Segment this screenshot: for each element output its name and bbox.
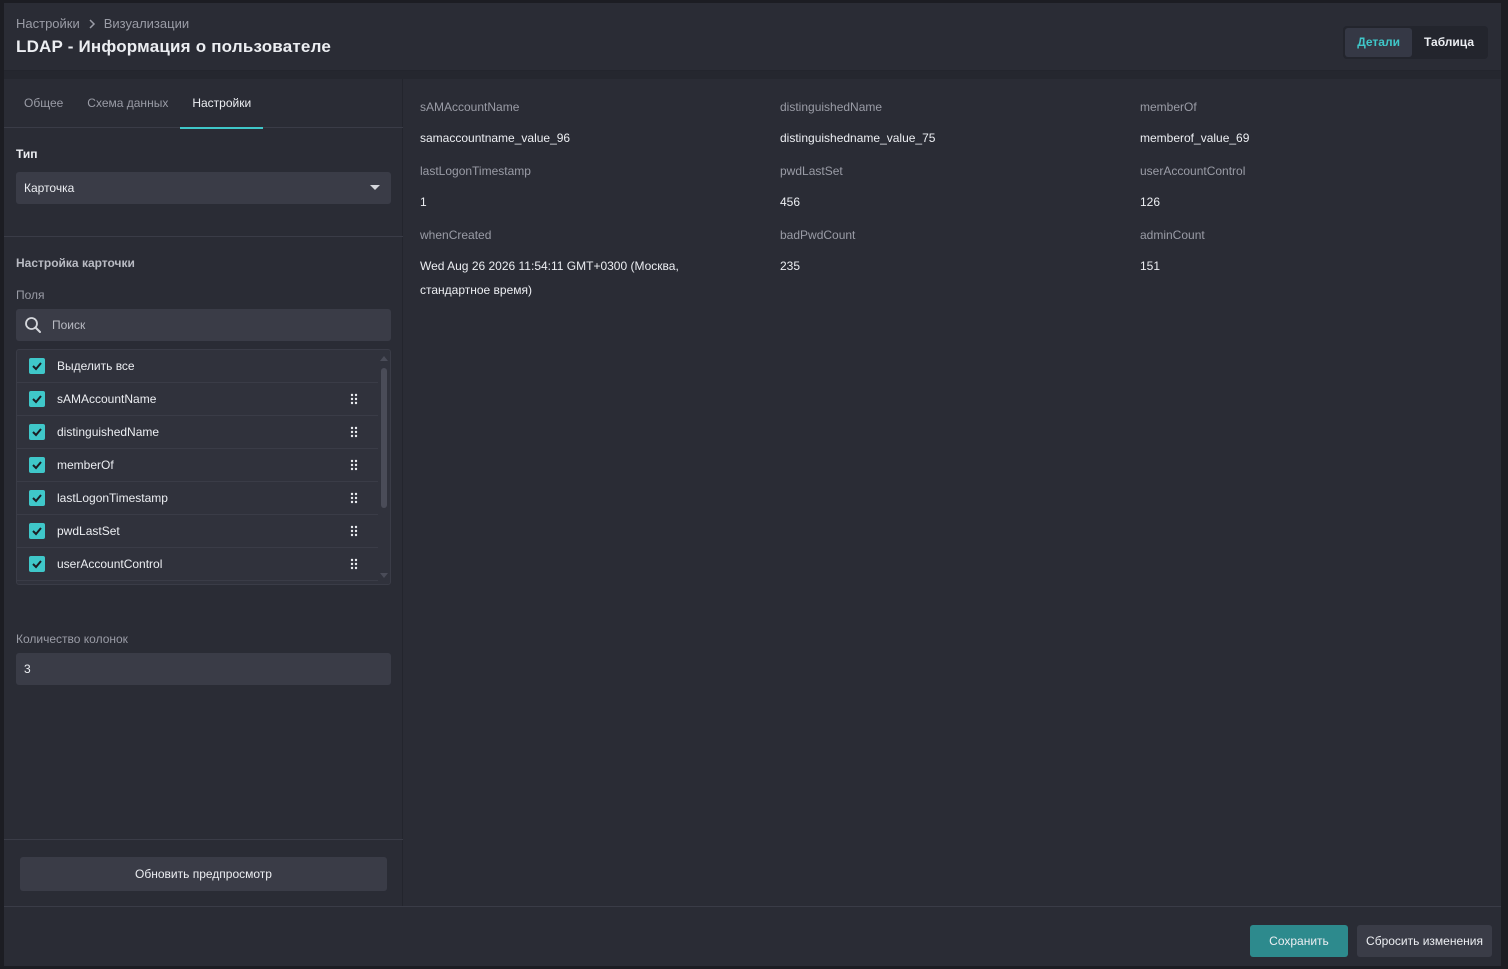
list-item[interactable]: pwdLastSet xyxy=(17,515,378,548)
preview-field-value: 456 xyxy=(780,195,801,209)
preview-field-value: samaccountname_value_96 xyxy=(420,131,571,145)
columns-label: Количество колонок xyxy=(16,632,128,646)
caret-down-icon xyxy=(370,185,380,190)
list-item[interactable]: distinguishedName xyxy=(17,416,378,449)
details-view-button[interactable]: Детали xyxy=(1345,28,1412,57)
preview-field-name: sAMAccountName xyxy=(420,100,520,114)
tab-general[interactable]: Общее xyxy=(12,79,75,128)
field-label: lastLogonTimestamp xyxy=(57,491,168,505)
tab-data-schema[interactable]: Схема данных xyxy=(75,79,180,128)
scroll-down-arrow-icon[interactable] xyxy=(380,573,388,578)
list-scrollbar[interactable] xyxy=(380,356,388,578)
field-checkbox[interactable] xyxy=(29,556,45,572)
select-all-checkbox[interactable] xyxy=(29,358,45,374)
preview-field: badPwdCount 235 xyxy=(780,228,1120,278)
settings-tabs: Общее Схема данных Настройки xyxy=(4,79,403,129)
preview-field-value: distinguishedname_value_75 xyxy=(780,131,936,145)
preview-field-name: userAccountControl xyxy=(1140,164,1246,178)
tab-settings[interactable]: Настройки xyxy=(180,79,264,129)
preview-field-name: memberOf xyxy=(1140,100,1197,114)
field-checkbox[interactable] xyxy=(29,457,45,473)
preview-field-value: 235 xyxy=(780,259,801,273)
refresh-preview-button[interactable]: Обновить предпросмотр xyxy=(20,857,387,891)
header-separator xyxy=(4,71,1501,79)
preview-field-value: 1 xyxy=(420,195,427,209)
preview-field: pwdLastSet 456 xyxy=(780,164,1120,214)
type-label: Тип xyxy=(16,147,38,161)
preview-field: memberOf memberof_value_69 xyxy=(1140,100,1480,150)
chevron-right-icon xyxy=(89,18,95,29)
type-select[interactable]: Карточка xyxy=(16,172,391,204)
preview-field-name: lastLogonTimestamp xyxy=(420,164,531,178)
type-select-value: Карточка xyxy=(24,181,75,195)
drag-handle-icon[interactable] xyxy=(350,492,358,504)
preview-field-name: badPwdCount xyxy=(780,228,856,242)
breadcrumb-visualizations[interactable]: Визуализации xyxy=(104,16,189,31)
fields-list: Выделить все sAMAccountName distinguishe… xyxy=(16,349,391,585)
preview-field: adminCount 151 xyxy=(1140,228,1480,278)
select-all-label: Выделить все xyxy=(57,359,135,373)
preview-field-name: adminCount xyxy=(1140,228,1205,242)
list-item[interactable]: sAMAccountName xyxy=(17,383,378,416)
page-footer: Сохранить Сбросить изменения xyxy=(4,906,1501,966)
drag-handle-icon[interactable] xyxy=(350,393,358,405)
preview-field: sAMAccountName samaccountname_value_96 xyxy=(420,100,760,150)
scroll-thumb[interactable] xyxy=(381,368,387,508)
page-title: LDAP - Информация о пользователе xyxy=(16,37,331,56)
preview-field-value: 151 xyxy=(1140,259,1161,273)
preview-field-value: 126 xyxy=(1140,195,1161,209)
drag-handle-icon[interactable] xyxy=(350,558,358,570)
preview-field: distinguishedName distinguishedname_valu… xyxy=(780,100,1120,150)
preview-field-value: memberof_value_69 xyxy=(1140,131,1250,145)
save-button[interactable]: Сохранить xyxy=(1250,925,1348,957)
preview-field: userAccountControl 126 xyxy=(1140,164,1480,214)
field-label: userAccountControl xyxy=(57,557,163,571)
list-item[interactable]: lastLogonTimestamp xyxy=(17,482,378,515)
select-all-row[interactable]: Выделить все xyxy=(17,350,378,383)
reset-changes-button[interactable]: Сбросить изменения xyxy=(1357,925,1492,957)
divider xyxy=(4,236,403,237)
table-view-button[interactable]: Таблица xyxy=(1412,28,1486,57)
search-input[interactable] xyxy=(52,309,382,341)
page-header: Настройки Визуализации LDAP - Информация… xyxy=(4,3,1501,71)
drag-handle-icon[interactable] xyxy=(350,426,358,438)
preview-field: lastLogonTimestamp 1 xyxy=(420,164,760,214)
preview-field-name: pwdLastSet xyxy=(780,164,843,178)
preview-field-value: Wed Aug 26 2026 11:54:11 GMT+0300 (Москв… xyxy=(420,259,679,297)
fields-label: Поля xyxy=(16,288,45,302)
preview-field: whenCreated Wed Aug 26 2026 11:54:11 GMT… xyxy=(420,228,720,302)
preview-field-name: distinguishedName xyxy=(780,100,883,114)
drag-handle-icon[interactable] xyxy=(350,525,358,537)
field-checkbox[interactable] xyxy=(29,490,45,506)
field-label: sAMAccountName xyxy=(57,392,157,406)
breadcrumb: Настройки Визуализации xyxy=(16,16,189,31)
drag-handle-icon[interactable] xyxy=(350,459,358,471)
field-checkbox[interactable] xyxy=(29,424,45,440)
scroll-up-arrow-icon[interactable] xyxy=(380,356,388,361)
field-search xyxy=(16,309,391,341)
field-label: distinguishedName xyxy=(57,425,160,439)
field-checkbox[interactable] xyxy=(29,391,45,407)
card-preview: sAMAccountName samaccountname_value_96 d… xyxy=(404,79,1501,906)
view-toggle: Детали Таблица xyxy=(1343,26,1488,59)
search-icon xyxy=(25,317,41,333)
divider xyxy=(4,839,403,840)
preview-field-name: whenCreated xyxy=(420,228,492,242)
card-settings-heading: Настройка карточки xyxy=(16,256,135,270)
list-item[interactable]: memberOf xyxy=(17,449,378,482)
field-label: pwdLastSet xyxy=(57,524,120,538)
app-frame: Настройки Визуализации LDAP - Информация… xyxy=(4,3,1501,966)
columns-input[interactable]: 3 xyxy=(16,653,391,685)
settings-panel: Общее Схема данных Настройки Тип Карточк… xyxy=(4,79,403,906)
list-item[interactable]: userAccountControl xyxy=(17,548,378,581)
field-label: memberOf xyxy=(57,458,114,472)
breadcrumb-settings-link[interactable]: Настройки xyxy=(16,16,80,31)
field-checkbox[interactable] xyxy=(29,523,45,539)
